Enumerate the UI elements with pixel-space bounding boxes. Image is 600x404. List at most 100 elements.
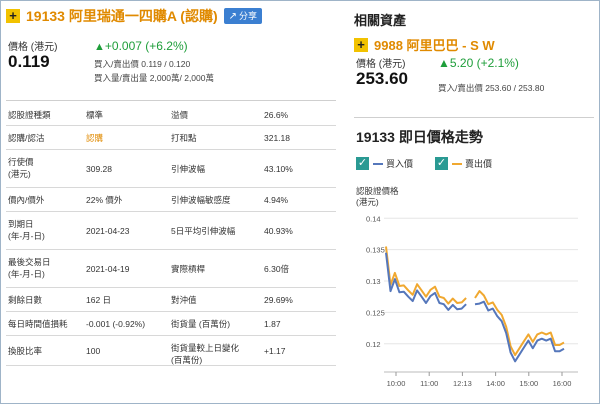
table-row: 價內/價外 22% 價外 引伸波幅敏感度 4.94% bbox=[6, 188, 336, 212]
related-price-value: 253.60 bbox=[356, 69, 408, 88]
table-cell: 剩餘日數 bbox=[8, 295, 43, 305]
legend-bid-label: 買入價 bbox=[386, 159, 414, 169]
legend-ask[interactable]: ✓ 賣出價 bbox=[435, 157, 492, 170]
series-line bbox=[385, 246, 467, 305]
share-icon: ↗ bbox=[228, 11, 238, 22]
table-cell: 打和點 bbox=[171, 133, 197, 143]
legend-bid-swatch bbox=[373, 162, 383, 165]
y-axis-title: (港元) bbox=[356, 197, 379, 207]
table-cell: 每日時間值損耗 bbox=[8, 319, 68, 329]
table-cell: 1.87 bbox=[264, 319, 281, 329]
table-cell: 認股證種類 bbox=[8, 110, 51, 120]
add-watchlist-icon[interactable]: + bbox=[354, 37, 368, 52]
table-cell: 標準 bbox=[86, 110, 104, 120]
share-button[interactable]: ↗ 分享 bbox=[223, 8, 263, 24]
related-price-change: ▲5.20 (+2.1%) bbox=[438, 56, 519, 70]
table-row: 換股比率 100 街貨量較上日變化 (百萬份) +1.17 bbox=[6, 336, 336, 366]
warrant-stats-table: 認股證種類 標準 溢價 26.6% 認購/認沽 認購 打和點 321.18 行使價 (港元) 309… bbox=[6, 104, 336, 366]
table-cell: 4.94% bbox=[264, 195, 289, 205]
table-cell: 309.28 bbox=[86, 164, 112, 174]
table-cell: 認購 bbox=[86, 133, 104, 143]
table-cell: 100 bbox=[86, 346, 101, 356]
y-tick-label: 0.13 bbox=[366, 277, 381, 286]
warrant-panel: + 19133 阿里瑞通一四購A (認購) ↗ 分享 價格 (港元) 0.119 … bbox=[6, 6, 336, 100]
related-stock-name[interactable]: 9988 阿里巴巴 - S W bbox=[374, 35, 495, 54]
table-row: 認股證種類 標準 溢價 26.6% bbox=[6, 104, 336, 126]
table-cell: 2021-04-23 bbox=[86, 226, 130, 236]
table-cell: 162 日 bbox=[86, 295, 112, 305]
table-row: 行使價 (港元) 309.28 引伸波幅 43.10% bbox=[6, 150, 336, 188]
intraday-price-chart: 認股證價格(港元) 0.14 0.135 0.13 0.125 0.12 10:00 11:0… bbox=[356, 186, 578, 388]
table-cell: -0.001 (-0.92%) bbox=[86, 319, 146, 329]
checkbox-icon[interactable]: ✓ bbox=[356, 157, 369, 170]
series-line bbox=[474, 290, 565, 357]
y-axis-title: 認股證價格 bbox=[356, 186, 399, 196]
x-tick-label: 10:00 bbox=[387, 379, 406, 388]
price-change-value: +0.007 (+6.2%) bbox=[104, 39, 188, 53]
related-asset-panel: 相關資產 + 9988 阿里巴巴 - S W 價格 (港元) 253.60 ▲5… bbox=[354, 6, 594, 93]
table-cell: 引伸波幅 bbox=[171, 164, 206, 174]
table-row: 到期日 (年-月-日) 2021-04-23 5日平均引伸波幅 40.93% bbox=[6, 212, 336, 250]
x-tick-label: 15:00 bbox=[519, 379, 538, 388]
table-cell: 行使價 (港元) bbox=[8, 157, 34, 179]
bid-ask-price: 買入/賣出價 0.119 / 0.120 bbox=[94, 59, 191, 69]
table-row: 認購/認沽 認購 打和點 321.18 bbox=[6, 126, 336, 150]
legend-ask-swatch bbox=[452, 162, 463, 165]
table-cell: 實際槓桿 bbox=[171, 264, 206, 274]
table-cell: 26.6% bbox=[264, 110, 289, 120]
share-label: 分享 bbox=[239, 11, 258, 21]
related-change-value: 5.20 (+2.1%) bbox=[449, 56, 519, 70]
x-tick-label: 16:00 bbox=[553, 379, 572, 388]
x-tick-label: 14:00 bbox=[486, 379, 505, 388]
related-asset-title: 相關資產 bbox=[354, 13, 407, 28]
table-cell: 29.69% bbox=[264, 295, 293, 305]
table-cell: +1.17 bbox=[264, 346, 286, 356]
table-cell: 換股比率 bbox=[8, 346, 43, 356]
table-cell: 最後交易日 (年-月-日) bbox=[8, 257, 51, 279]
table-cell: 溢價 bbox=[171, 110, 189, 120]
price-label: 價格 (港元) bbox=[8, 42, 58, 53]
y-tick-label: 0.14 bbox=[366, 214, 381, 223]
legend-bid[interactable]: ✓ 買入價 bbox=[356, 157, 413, 170]
price-value: 0.119 bbox=[8, 52, 50, 71]
divider bbox=[354, 117, 594, 118]
chart-title: 19133 即日價格走勢 bbox=[356, 129, 483, 145]
x-tick-label: 12:13 bbox=[453, 379, 472, 388]
table-cell: 43.10% bbox=[264, 164, 293, 174]
price-change: ▲+0.007 (+6.2%) bbox=[94, 39, 188, 53]
table-cell: 街貨量較上日變化 (百萬份) bbox=[171, 343, 240, 365]
table-cell: 5日平均引伸波幅 bbox=[171, 226, 236, 236]
table-cell: 認購/認沽 bbox=[8, 133, 45, 143]
legend-ask-label: 賣出價 bbox=[465, 159, 493, 169]
up-arrow-icon: ▲ bbox=[438, 56, 450, 70]
checkbox-icon[interactable]: ✓ bbox=[435, 157, 449, 170]
related-bid-ask: 買入/賣出價 253.60 / 253.80 bbox=[438, 83, 545, 93]
divider bbox=[6, 100, 336, 101]
chart-legend: ✓ 買入價 ✓ 賣出價 bbox=[356, 157, 514, 170]
table-cell: 40.93% bbox=[264, 226, 293, 236]
add-watchlist-icon[interactable]: + bbox=[6, 9, 20, 23]
warrant-price-block: 價格 (港元) 0.119 ▲+0.007 (+6.2%) 買入/賣出價 0.1… bbox=[6, 38, 336, 100]
table-row: 剩餘日數 162 日 對沖值 29.69% bbox=[6, 288, 336, 312]
table-row: 每日時間值損耗 -0.001 (-0.92%) 街貨量 (百萬份) 1.87 bbox=[6, 312, 336, 336]
related-stock-row: + 9988 阿里巴巴 - S W bbox=[354, 35, 594, 54]
table-cell: 引伸波幅敏感度 bbox=[171, 195, 231, 205]
table-cell: 對沖值 bbox=[171, 295, 197, 305]
table-cell: 22% 價外 bbox=[86, 195, 123, 205]
table-cell: 2021-04-19 bbox=[86, 264, 130, 274]
table-cell: 街貨量 (百萬份) bbox=[171, 319, 231, 329]
y-tick-label: 0.12 bbox=[366, 340, 381, 349]
up-arrow-icon: ▲ bbox=[94, 41, 105, 53]
x-tick-label: 11:00 bbox=[420, 379, 438, 388]
warrant-header: + 19133 阿里瑞通一四購A (認購) ↗ 分享 bbox=[6, 6, 336, 26]
y-tick-label: 0.135 bbox=[366, 246, 385, 255]
table-cell: 到期日 (年-月-日) bbox=[8, 219, 45, 241]
series-line bbox=[474, 300, 565, 363]
table-cell: 價內/價外 bbox=[8, 195, 45, 205]
table-cell: 321.18 bbox=[264, 133, 290, 143]
table-cell: 6.30倍 bbox=[264, 264, 290, 274]
table-row: 最後交易日 (年-月-日) 2021-04-19 實際槓桿 6.30倍 bbox=[6, 250, 336, 288]
bid-ask-volume: 買入量/賣出量 2,000萬/ 2,000萬 bbox=[94, 73, 214, 83]
y-tick-label: 0.125 bbox=[366, 308, 385, 317]
warrant-title: 19133 阿里瑞通一四購A (認購) bbox=[26, 8, 218, 24]
